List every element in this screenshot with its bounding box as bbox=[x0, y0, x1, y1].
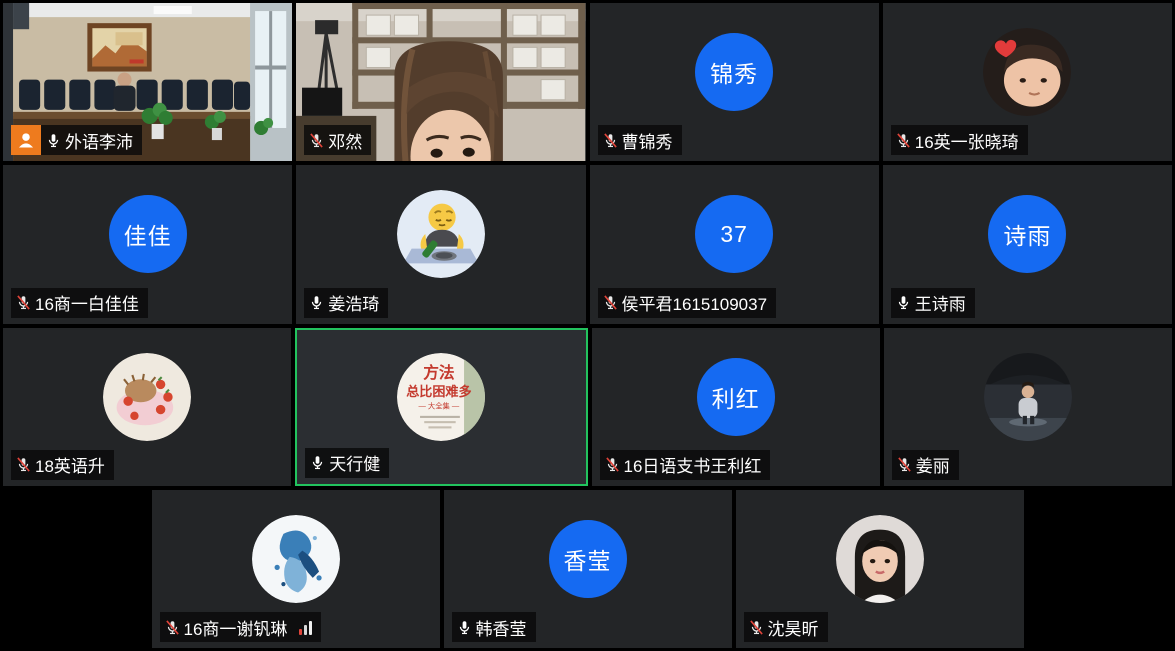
avatar-photo-portrait bbox=[836, 515, 924, 603]
participant-name: 曹锦秀 bbox=[622, 128, 673, 153]
participant-name: 18英语升 bbox=[35, 452, 105, 477]
participant-name: 王诗雨 bbox=[915, 290, 966, 315]
mic-on-icon bbox=[309, 293, 324, 312]
avatar: 香莹 bbox=[549, 520, 627, 598]
avatar: 诗雨 bbox=[988, 195, 1066, 273]
participant-tile[interactable]: 香莹 韩香莹 bbox=[444, 490, 732, 648]
mic-muted-icon bbox=[165, 618, 180, 637]
participant-tile[interactable]: 锦秀 曹锦秀 bbox=[590, 3, 879, 161]
participant-tile[interactable]: 16英一张晓琦 bbox=[883, 3, 1172, 161]
participant-tile[interactable]: 37 侯平君1615109037 bbox=[590, 165, 879, 323]
participant-name: 侯平君1615109037 bbox=[622, 290, 768, 315]
gallery-row-2: 佳佳 16商一白佳佳 bbox=[3, 165, 1172, 323]
person-head bbox=[395, 41, 503, 161]
mic-muted-icon bbox=[16, 293, 31, 312]
book-title-line1: 方法 bbox=[424, 363, 456, 382]
mic-on-icon bbox=[457, 618, 472, 637]
person-in-room bbox=[117, 73, 131, 87]
book-title-line2: 总比困难多 bbox=[407, 383, 472, 399]
avatar-photo-dark-figure bbox=[984, 353, 1072, 441]
gallery-row-4: 16商一谢钒琳 香莹 韩香莹 bbox=[3, 490, 1172, 648]
avatar-photo-cake bbox=[103, 353, 191, 441]
avatar: 佳佳 bbox=[109, 195, 187, 273]
participant-name: 邓然 bbox=[328, 128, 362, 153]
participant-tile[interactable]: 外语李沛 bbox=[3, 3, 292, 161]
mic-muted-icon bbox=[309, 131, 324, 150]
mic-muted-icon bbox=[896, 131, 911, 150]
mic-muted-icon bbox=[605, 455, 620, 474]
name-labelbar: 外语李沛 bbox=[11, 125, 142, 155]
meeting-gallery: 外语李沛 bbox=[0, 0, 1175, 651]
host-badge bbox=[11, 125, 41, 155]
avatar: 37 bbox=[695, 195, 773, 273]
participant-name: 16英一张晓琦 bbox=[915, 128, 1019, 153]
mic-muted-icon bbox=[16, 455, 31, 474]
mic-muted-icon bbox=[603, 131, 618, 150]
mic-on-icon bbox=[310, 453, 325, 472]
avatar-emoji-dining bbox=[397, 190, 485, 278]
mic-muted-icon bbox=[897, 455, 912, 474]
participant-tile[interactable]: 佳佳 16商一白佳佳 bbox=[3, 165, 292, 323]
participant-tile[interactable]: 16商一谢钒琳 bbox=[152, 490, 440, 648]
participant-name: 姜丽 bbox=[916, 452, 950, 477]
mic-on-icon bbox=[896, 293, 911, 312]
avatar: 利红 bbox=[697, 358, 775, 436]
gallery-row-3: 18英语升 方法 总比困难多 — 大全集 — bbox=[3, 328, 1172, 486]
avatar-photo-book: 方法 总比困难多 — 大全集 — bbox=[397, 353, 485, 441]
mic-muted-icon bbox=[749, 618, 764, 637]
participant-tile[interactable]: 姜浩琦 bbox=[296, 165, 585, 323]
book-title-line3: — 大全集 — bbox=[419, 401, 460, 410]
participant-name: 姜浩琦 bbox=[328, 290, 379, 315]
avatar-photo-blue-art bbox=[252, 515, 340, 603]
avatar: 锦秀 bbox=[695, 33, 773, 111]
participant-tile[interactable]: 诗雨 王诗雨 bbox=[883, 165, 1172, 323]
person-icon bbox=[16, 130, 36, 150]
participant-name: 天行健 bbox=[329, 450, 380, 475]
participant-name: 16商一白佳佳 bbox=[35, 290, 139, 315]
participant-name: 16商一谢钒琳 bbox=[184, 615, 288, 640]
participant-tile[interactable]: 利红 16日语支书王利红 bbox=[592, 328, 880, 486]
participant-tile[interactable]: 邓然 bbox=[296, 3, 585, 161]
participant-name: 韩香莹 bbox=[476, 615, 527, 640]
gallery-row-1: 外语李沛 bbox=[3, 3, 1172, 161]
participant-tile[interactable]: 18英语升 bbox=[3, 328, 291, 486]
avatar-photo-child bbox=[983, 28, 1071, 116]
mic-muted-icon bbox=[603, 293, 618, 312]
participant-name: 16日语支书王利红 bbox=[624, 452, 762, 477]
participant-tile[interactable]: 沈昊昕 bbox=[736, 490, 1024, 648]
network-signal-icon bbox=[299, 620, 312, 635]
participant-name: 外语李沛 bbox=[65, 128, 133, 153]
participant-name: 沈昊昕 bbox=[768, 615, 819, 640]
participant-tile[interactable]: 姜丽 bbox=[884, 328, 1172, 486]
participant-tile-active-speaker[interactable]: 方法 总比困难多 — 大全集 — 天行健 bbox=[295, 328, 587, 486]
mic-on-icon bbox=[46, 131, 61, 150]
